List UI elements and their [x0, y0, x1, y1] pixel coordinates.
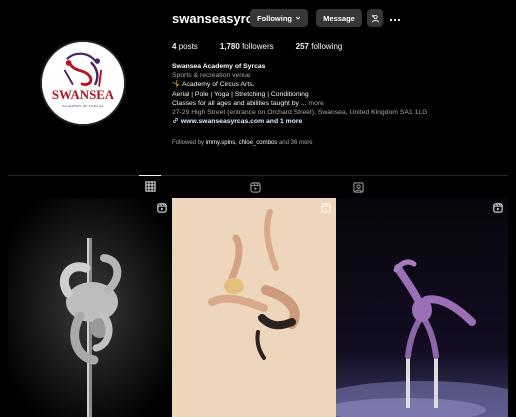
message-button[interactable]: Message: [316, 9, 362, 27]
followed-by-names: immy.spins, chloe_combos: [205, 140, 278, 146]
link-icon: [173, 118, 178, 124]
bio-link-row[interactable]: www.swanseasyrcas.com and 1 more: [172, 117, 502, 126]
tab-reels[interactable]: [244, 176, 266, 198]
post-tile[interactable]: [336, 198, 508, 417]
svg-text:ACADEMY OF SYRCAS: ACADEMY OF SYRCAS: [62, 104, 103, 108]
avatar[interactable]: SWANSEA ACADEMY OF SYRCAS: [40, 40, 126, 126]
following-count: 257: [295, 42, 310, 51]
svg-text:SWANSEA: SWANSEA: [52, 88, 115, 102]
followers-label: followers: [242, 42, 274, 51]
grid-icon: [144, 181, 156, 192]
posts-grid: [8, 198, 508, 417]
bio-category: Sports & recreation venue: [172, 72, 251, 80]
reel-badge-icon: [157, 203, 167, 213]
profile-bio: Swansea Academy of Syrcas Sports & recre…: [172, 62, 502, 126]
bio-line-1: 🤸 Academy of Circus Arts.: [172, 81, 255, 89]
followers-stat[interactable]: 1,780 followers: [220, 42, 274, 51]
followers-count: 1,780: [219, 42, 240, 51]
post-photo-pole-dancer: [8, 198, 172, 417]
profile-stats: 4 posts 1,780 followers 257 following: [172, 42, 364, 51]
bio-more-link[interactable]: more: [308, 100, 324, 107]
following-label: Following: [257, 13, 292, 23]
tab-posts[interactable]: [139, 175, 161, 197]
posts-count: 4: [172, 42, 177, 51]
bio-name: Swansea Academy of Syrcas: [172, 63, 266, 70]
posts-label: posts: [178, 42, 198, 51]
reels-icon: [249, 181, 261, 193]
reel-badge-icon: [321, 203, 331, 213]
suggest-accounts-button[interactable]: [367, 9, 383, 27]
following-button[interactable]: Following: [250, 9, 308, 27]
posts-stat: 4 posts: [172, 42, 198, 51]
reel-badge-icon: [493, 203, 503, 213]
followed-by-suffix: and 36 more: [278, 140, 313, 146]
chevron-down-icon: [295, 16, 301, 20]
post-tile[interactable]: [8, 198, 172, 417]
academy-logo: SWANSEA ACADEMY OF SYRCAS: [42, 42, 124, 124]
tagged-icon: [352, 181, 364, 193]
following-stat-label: following: [311, 42, 343, 51]
bio-line-3-wrap: Classes for all ages and abilities taugh…: [172, 99, 502, 108]
profile-header: SWANSEA ACADEMY OF SYRCAS swanseasyrcas …: [0, 0, 516, 170]
post-photo-aerial-hoop: [172, 198, 336, 417]
followed-by-prefix: Followed by: [172, 140, 205, 146]
bio-address[interactable]: 27-29 High Street (entrance on Orchard S…: [172, 108, 502, 117]
bio-website-link[interactable]: www.swanseasyrcas.com and 1 more: [181, 118, 302, 125]
followed-by[interactable]: Followed by immy.spins, chloe_combos and…: [172, 140, 313, 146]
tab-tagged[interactable]: [347, 176, 369, 198]
add-person-icon: [371, 14, 379, 22]
following-stat[interactable]: 257 following: [296, 42, 343, 51]
profile-tabs: [8, 175, 508, 197]
message-label: Message: [323, 13, 355, 23]
bio-line-3: Classes for all ages and abilities taugh…: [172, 99, 307, 107]
more-options-icon[interactable]: [389, 12, 401, 24]
bio-line-2: Aerial | Pole | Yoga | Stretching | Cond…: [172, 90, 309, 98]
post-tile[interactable]: [172, 198, 336, 417]
post-photo-hand-balancer: [336, 198, 508, 417]
